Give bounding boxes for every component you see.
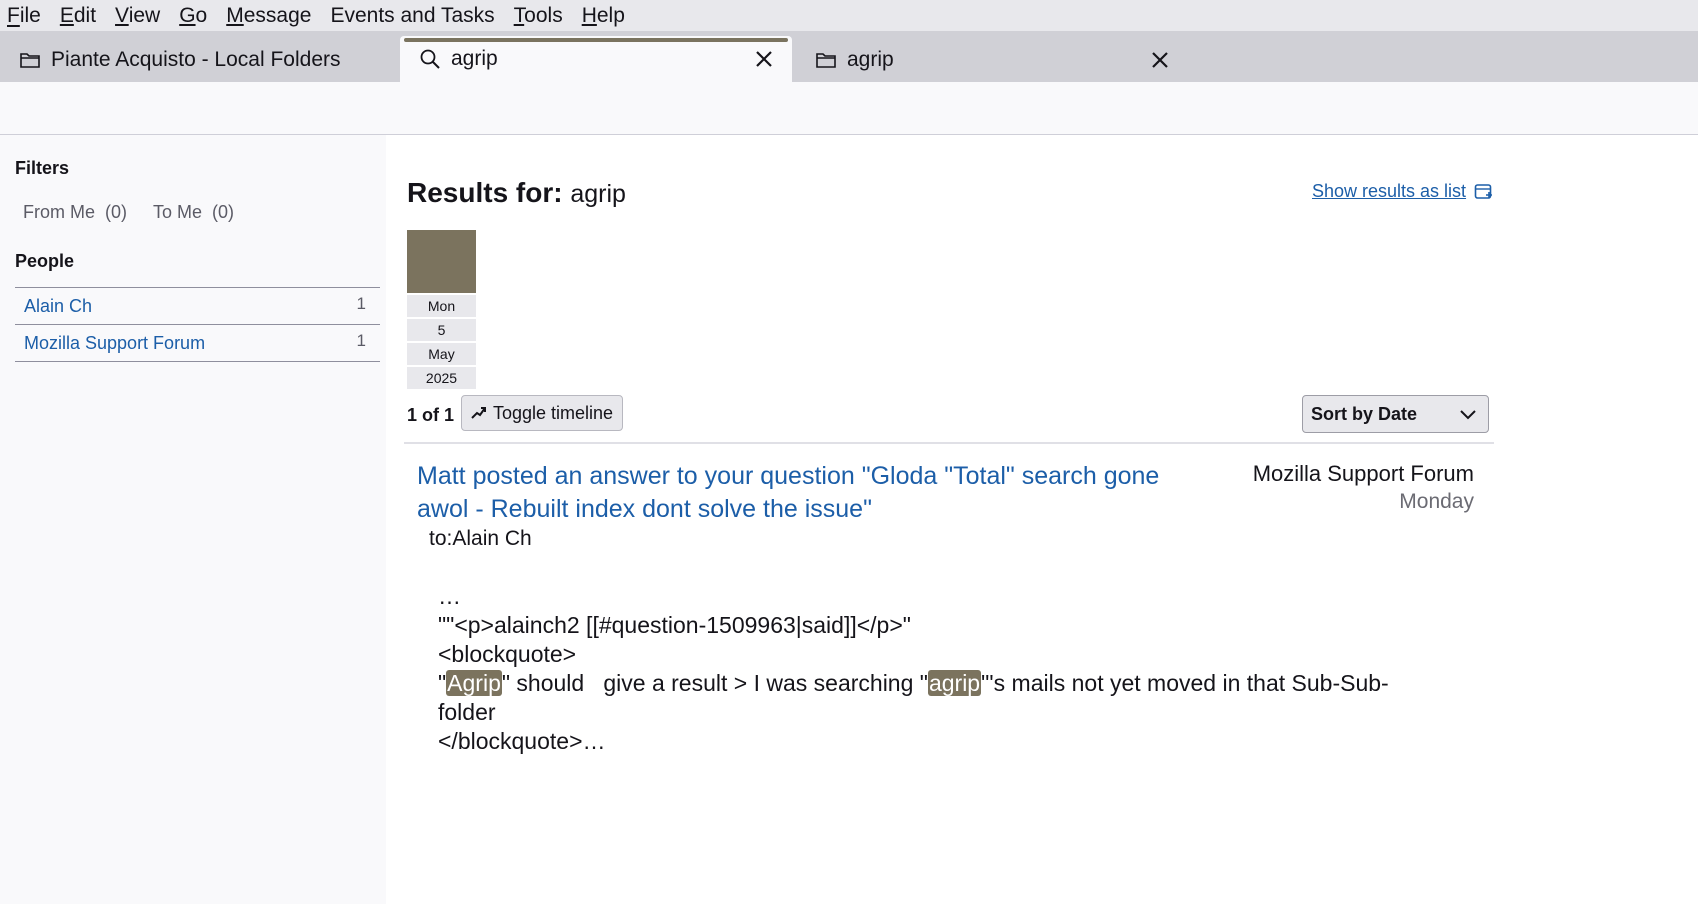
show-list-label: Show results as list bbox=[1312, 181, 1467, 201]
toolbar-strip bbox=[0, 82, 1698, 135]
timeline-date: 5 bbox=[407, 319, 476, 341]
search-highlight: Agrip bbox=[446, 670, 502, 696]
search-highlight: agrip bbox=[927, 670, 982, 696]
chevron-down-icon bbox=[1458, 404, 1478, 424]
person-name: Mozilla Support Forum bbox=[24, 332, 206, 353]
timeline-month: May bbox=[407, 343, 476, 365]
snippet-line: <blockquote> bbox=[438, 641, 577, 667]
filters-heading: Filters bbox=[15, 158, 70, 178]
person-alain-ch[interactable]: Alain Ch 1 bbox=[15, 288, 380, 325]
message-recipient: to:Alain Ch bbox=[429, 527, 532, 550]
show-results-as-list-link[interactable]: Show results as list bbox=[1312, 181, 1494, 202]
menu-events-and-tasks[interactable]: Events and Tasks bbox=[330, 4, 494, 28]
message-date: Monday bbox=[1399, 490, 1474, 513]
to-me-count: (0) bbox=[212, 202, 235, 222]
message-subject-link[interactable]: Matt posted an answer to your question "… bbox=[417, 460, 1187, 526]
menu-edit[interactable]: Edit bbox=[60, 4, 96, 28]
snippet-line: … bbox=[438, 583, 461, 609]
person-mozilla-support-forum[interactable]: Mozilla Support Forum 1 bbox=[15, 325, 380, 362]
from-me-filter[interactable]: From Me (0) bbox=[23, 202, 127, 223]
message-sender[interactable]: Mozilla Support Forum bbox=[1253, 461, 1474, 487]
open-in-tab-icon bbox=[1474, 183, 1494, 201]
menu-tools[interactable]: Tools bbox=[514, 4, 563, 28]
timeline-chart: Mon 5 May 2025 bbox=[407, 230, 477, 389]
message-snippet: … ""<p>alainch2 [[#question-1509963|said… bbox=[438, 582, 1488, 756]
menu-message[interactable]: Message bbox=[226, 4, 311, 28]
results-divider bbox=[404, 442, 1494, 444]
snippet-line: ""<p>alainch2 [[#question-1509963|said]]… bbox=[438, 612, 911, 638]
results-title: Results for: agrip bbox=[407, 177, 626, 209]
person-count: 1 bbox=[356, 294, 366, 313]
tab-folder-agrip[interactable]: agrip bbox=[796, 37, 1188, 82]
from-me-label: From Me bbox=[23, 202, 95, 222]
snippet-text: " should give a result > I was searching… bbox=[501, 670, 928, 696]
snippet-text: "'s mails not yet moved in that Sub-Sub- bbox=[981, 670, 1389, 696]
sort-select-value: Sort by Date bbox=[1311, 403, 1418, 424]
close-icon[interactable] bbox=[752, 47, 776, 71]
people-heading: People bbox=[15, 251, 75, 271]
tab-label: Piante Acquisto - Local Folders bbox=[51, 47, 341, 71]
results-query: agrip bbox=[570, 180, 626, 208]
snippet-line: </blockquote>… bbox=[438, 728, 606, 754]
menu-view[interactable]: View bbox=[115, 4, 160, 28]
snippet-line: folder bbox=[438, 699, 496, 725]
facets-sidebar: Filters From Me (0) To Me (0) People Ala… bbox=[0, 135, 386, 904]
timeline-bar[interactable] bbox=[407, 230, 476, 293]
to-me-label: To Me bbox=[153, 202, 203, 222]
menu-file[interactable]: File bbox=[7, 4, 41, 28]
search-icon bbox=[418, 47, 442, 71]
toggle-timeline-button[interactable]: Toggle timeline bbox=[461, 395, 623, 431]
tab-label: agrip bbox=[847, 47, 894, 71]
folder-icon bbox=[814, 48, 838, 72]
toggle-timeline-label: Toggle timeline bbox=[493, 402, 614, 423]
snippet-text: " bbox=[438, 670, 447, 696]
menu-go[interactable]: Go bbox=[179, 4, 207, 28]
person-count: 1 bbox=[356, 331, 366, 350]
menu-bar: File Edit View Go Message Events and Tas… bbox=[0, 0, 1698, 31]
timeline-year: 2025 bbox=[407, 367, 476, 389]
tab-bar: Piante Acquisto - Local Folders agrip ag… bbox=[0, 31, 1698, 82]
menu-help[interactable]: Help bbox=[582, 4, 625, 28]
person-name: Alain Ch bbox=[24, 295, 93, 316]
folder-icon bbox=[18, 48, 42, 72]
people-list: Alain Ch 1 Mozilla Support Forum 1 bbox=[15, 287, 380, 362]
timeline-day: Mon bbox=[407, 295, 476, 317]
trend-arrow-icon bbox=[471, 405, 487, 421]
to-me-filter[interactable]: To Me (0) bbox=[153, 202, 234, 223]
result-pager: 1 of 1 bbox=[407, 405, 455, 425]
sort-select[interactable]: Sort by Date bbox=[1302, 395, 1489, 433]
tab-search-agrip[interactable]: agrip bbox=[400, 36, 792, 82]
close-icon[interactable] bbox=[1148, 48, 1172, 72]
results-label: Results for: bbox=[407, 177, 563, 208]
snippet-line: "Agrip" should give a result > I was sea… bbox=[438, 669, 1488, 698]
results-pane: Results for: agrip Show results as list … bbox=[386, 135, 1698, 904]
tab-local-folders[interactable]: Piante Acquisto - Local Folders bbox=[0, 37, 398, 82]
tab-label: agrip bbox=[451, 47, 498, 70]
from-me-count: (0) bbox=[105, 202, 128, 222]
